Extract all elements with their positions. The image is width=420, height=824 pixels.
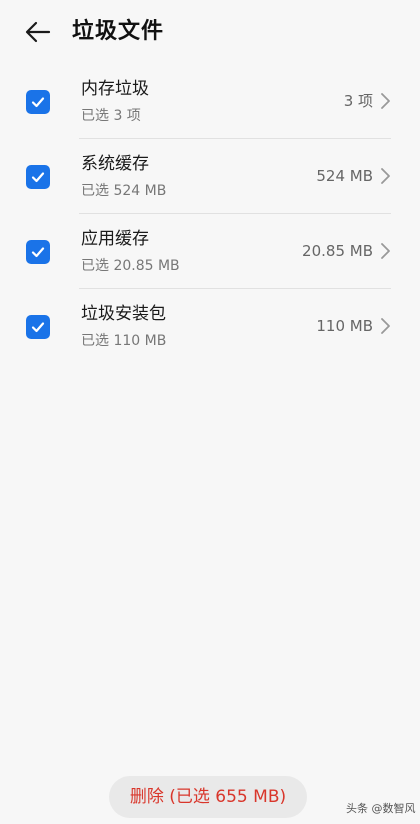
item-title: 应用缓存 (81, 229, 149, 249)
item-checkbox[interactable] (26, 90, 50, 114)
item-title: 系统缓存 (81, 154, 149, 174)
item-selected-summary: 已选 524 MB (81, 183, 167, 199)
item-size: 524 MB (316, 167, 373, 185)
item-selected-summary: 已选 110 MB (81, 333, 167, 349)
item-checkbox[interactable] (26, 165, 50, 189)
item-checkbox[interactable] (26, 240, 50, 264)
item-size: 3 项 (343, 92, 373, 110)
chevron-right-icon (381, 93, 390, 109)
chevron-right-icon (381, 318, 390, 334)
app-header: 垃圾文件 (0, 0, 420, 64)
item-size: 20.85 MB (302, 242, 373, 260)
delete-button[interactable]: 删除 (已选 655 MB) (109, 776, 307, 818)
list-item-system-cache[interactable]: 系统缓存 已选 524 MB 524 MB (0, 139, 420, 214)
list-item-memory-junk[interactable]: 内存垃圾 已选 3 项 3 项 (0, 64, 420, 139)
check-icon (31, 97, 45, 108)
item-checkbox[interactable] (26, 315, 50, 339)
item-selected-summary: 已选 20.85 MB (81, 258, 180, 274)
check-icon (31, 247, 45, 258)
check-icon (31, 322, 45, 333)
item-selected-summary: 已选 3 项 (81, 108, 141, 124)
chevron-right-icon (381, 243, 390, 259)
item-title: 内存垃圾 (81, 79, 149, 99)
list-item-junk-packages[interactable]: 垃圾安装包 已选 110 MB 110 MB (0, 289, 420, 364)
check-icon (31, 172, 45, 183)
page-title: 垃圾文件 (72, 19, 165, 44)
chevron-right-icon (381, 168, 390, 184)
watermark-text: 头条 @数智风 (346, 802, 416, 815)
back-button[interactable] (20, 16, 56, 48)
list-item-app-cache[interactable]: 应用缓存 已选 20.85 MB 20.85 MB (0, 214, 420, 289)
arrow-left-icon (25, 21, 51, 43)
junk-file-list: 内存垃圾 已选 3 项 3 项 系统缓存 已选 524 MB 524 MB 应用… (0, 64, 420, 364)
item-title: 垃圾安装包 (81, 304, 166, 324)
item-size: 110 MB (316, 317, 373, 335)
